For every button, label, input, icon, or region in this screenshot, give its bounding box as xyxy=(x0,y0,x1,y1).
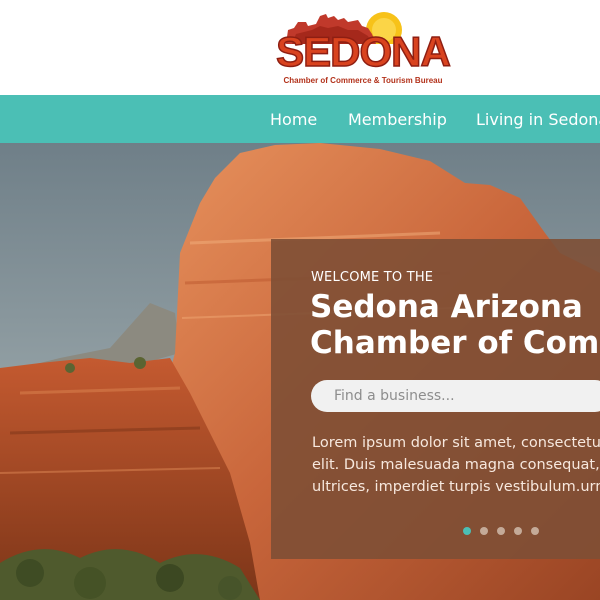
site-header: SEDONA Chamber of Commerce & Tourism Bur… xyxy=(0,0,600,95)
hero-description-line: elit. Duis malesuada magna consequat, or… xyxy=(312,457,600,473)
logo-tagline: Chamber of Commerce & Tourism Bureau xyxy=(283,76,443,85)
hero-description-line: ultrices, imperdiet turpis vestibulum.ur… xyxy=(312,479,600,495)
welcome-eyebrow: WELCOME TO THE xyxy=(311,270,434,285)
hero-description: Lorem ipsum dolor sit amet, consectetur … xyxy=(312,432,600,498)
slider-dot-4[interactable] xyxy=(514,527,522,535)
slider-dot-1[interactable] xyxy=(463,527,471,535)
hero-title: Sedona Arizona Chamber of Commerce xyxy=(310,289,600,361)
nav-item-living-in-sedona[interactable]: Living in Sedona xyxy=(476,95,600,143)
logo-wordmark: SEDONA xyxy=(275,28,451,75)
welcome-panel: WELCOME TO THE Sedona Arizona Chamber of… xyxy=(271,239,600,559)
sedona-logo[interactable]: SEDONA Chamber of Commerce & Tourism Bur… xyxy=(268,8,458,88)
hero-description-line: Lorem ipsum dolor sit amet, consectetur … xyxy=(312,435,600,451)
slider-dot-5[interactable] xyxy=(531,527,539,535)
nav-item-home[interactable]: Home xyxy=(270,95,317,143)
search-placeholder: Find a business... xyxy=(334,388,455,404)
hero-title-line-1: Sedona Arizona xyxy=(310,289,583,325)
slider-dot-2[interactable] xyxy=(480,527,488,535)
nav-item-membership[interactable]: Membership xyxy=(348,95,447,143)
main-nav: Home Membership Living in Sedona xyxy=(0,95,600,143)
hero-title-line-2: Chamber of Commerce xyxy=(310,325,600,361)
business-search-input[interactable]: Find a business... xyxy=(311,380,600,412)
slider-dot-3[interactable] xyxy=(497,527,505,535)
